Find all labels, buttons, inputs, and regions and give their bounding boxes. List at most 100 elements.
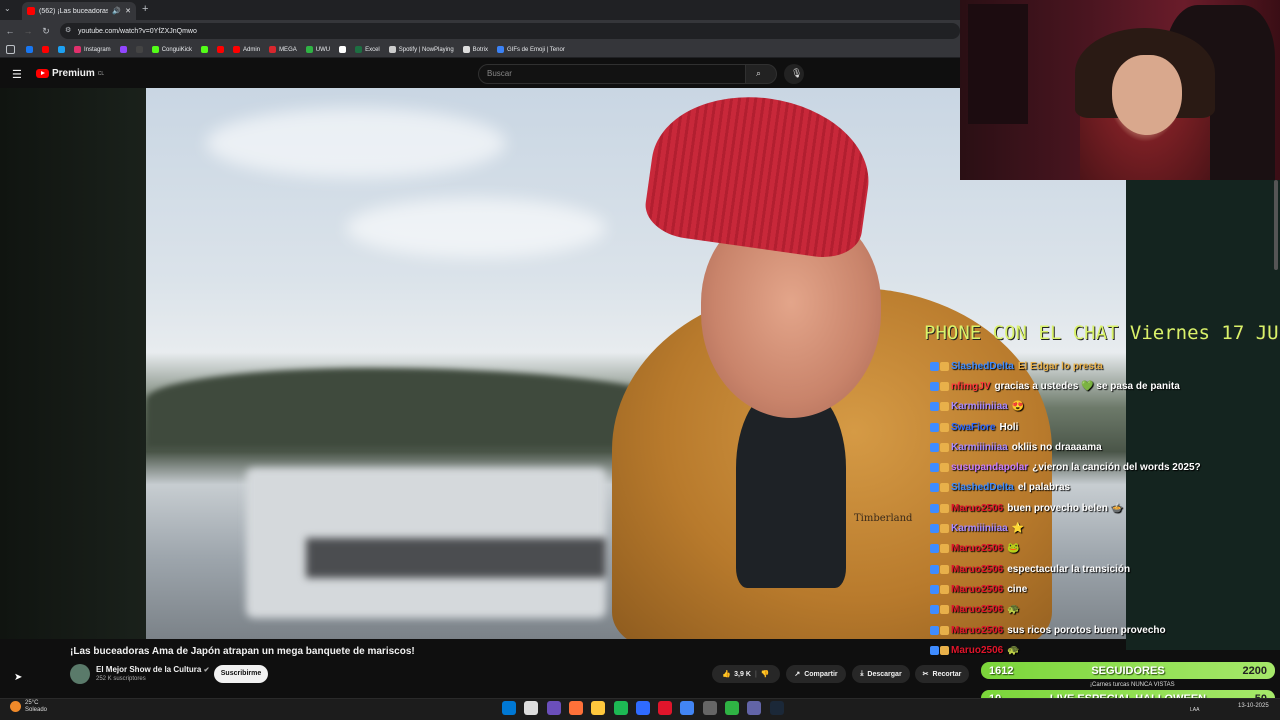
youtube-favicon-icon — [27, 7, 35, 15]
tab-close-icon[interactable]: ✕ — [125, 7, 131, 15]
chat-message: Maruo2506 🐢 — [930, 640, 1260, 660]
like-dislike-group: 👍 3,9 K | 👎 — [712, 665, 780, 683]
hamburger-menu-icon[interactable]: ☰ — [12, 68, 22, 81]
chat-message: Maruo2506 sus ricos porotos buen provecho — [930, 620, 1260, 640]
chat-badges — [930, 625, 949, 635]
bookmark-favicon-icon — [462, 46, 470, 53]
youtube-logo[interactable]: Premium CL — [36, 68, 104, 79]
chat-username: Maruo2506 — [951, 502, 1004, 514]
bookmark-item[interactable]: Admin — [233, 46, 260, 53]
chat-badges — [930, 381, 949, 391]
dislike-button[interactable]: 👎 — [761, 670, 770, 678]
download-button[interactable]: ⤓ Descargar — [852, 665, 910, 683]
bookmark-item[interactable]: UWU — [305, 46, 330, 53]
bookmark-item[interactable] — [119, 46, 127, 53]
bookmark-item[interactable] — [135, 46, 143, 53]
bookmark-item[interactable]: GIFs de Emoji | Tenor — [497, 46, 565, 53]
bookmark-item[interactable]: Botrix — [462, 46, 488, 53]
bookmark-item[interactable]: Spotify | NowPlaying — [388, 46, 454, 53]
chat-username: SlashedDelta — [951, 482, 1014, 494]
shirt — [736, 388, 846, 588]
taskbar-app-icon[interactable] — [658, 701, 673, 715]
chat-badge-icon — [930, 564, 939, 574]
bookmark-favicon-icon — [355, 46, 363, 53]
bookmark-item[interactable] — [201, 46, 209, 53]
taskbar-app-icon[interactable] — [568, 701, 583, 715]
like-button[interactable]: 👍 3,9 K — [722, 670, 750, 679]
search-input[interactable]: Buscar — [478, 64, 746, 84]
input-language[interactable]: LAA — [1190, 707, 1199, 713]
taskbar-app-icon[interactable] — [769, 701, 784, 715]
site-info-icon[interactable]: ⚙ — [65, 26, 71, 34]
taskbar-app-icon[interactable] — [546, 701, 561, 715]
back-icon[interactable]: ← — [4, 25, 16, 37]
taskbar-app-icon[interactable] — [524, 701, 539, 715]
chat-badge-icon — [940, 564, 949, 574]
taskbar-app-icon[interactable] — [635, 701, 650, 715]
chat-message: SwaFiore Holi — [930, 417, 1260, 437]
speaker-icon[interactable]: 🔊 — [112, 7, 121, 15]
cloud — [346, 198, 606, 258]
cloud — [206, 108, 506, 178]
channel-avatar[interactable] — [70, 664, 90, 684]
chat-badge-icon — [930, 645, 939, 655]
chat-badge-icon — [930, 361, 939, 371]
chat-badges — [930, 483, 949, 493]
scrollbar[interactable] — [1274, 180, 1278, 270]
bookmark-item[interactable] — [26, 46, 33, 53]
bookmark-item[interactable] — [217, 46, 225, 53]
weather-widget[interactable]: 25°C Soleado — [25, 700, 47, 714]
subscribe-button[interactable]: Suscribirme — [214, 665, 268, 683]
bookmark-item[interactable] — [42, 46, 49, 53]
bookmark-item[interactable]: Instagram — [74, 46, 111, 53]
chat-badge-icon — [940, 442, 949, 452]
clip-button[interactable]: ✂ Recortar — [915, 665, 969, 683]
chat-badges — [930, 645, 949, 655]
bookmark-item[interactable] — [339, 46, 347, 53]
chat-username: Maruo2506 — [951, 604, 1004, 616]
reload-icon[interactable]: ↻ — [40, 25, 52, 37]
taskbar-app-icon[interactable] — [502, 701, 516, 715]
tab-youtube[interactable]: (562) ¡Las buceadoras Ama 🔊 ✕ — [22, 2, 136, 20]
chat-badges — [930, 605, 949, 615]
chat-text: sus ricos porotos buen provecho — [1007, 624, 1166, 636]
chat-text: Holi — [999, 421, 1019, 433]
share-icon: ↗ — [794, 671, 801, 678]
chat-badges — [930, 503, 949, 513]
taskbar-app-icon[interactable] — [591, 701, 606, 715]
chat-text: espectacular la transición — [1007, 563, 1131, 575]
chat-badge-icon — [930, 625, 939, 635]
channel-name[interactable]: El Mejor Show de la Cultura ✔ — [96, 665, 209, 674]
taskbar-app-icon[interactable] — [747, 701, 762, 715]
search-button[interactable]: ⌕ — [745, 64, 777, 84]
tab-list-chevron-icon[interactable]: ⌄ — [4, 4, 11, 13]
forward-icon[interactable]: → — [22, 25, 34, 37]
taskbar-app-icon[interactable] — [725, 701, 739, 715]
bookmark-favicon-icon — [269, 46, 277, 53]
apps-grid-icon[interactable] — [6, 45, 15, 54]
bookmark-label: Admin — [243, 46, 261, 53]
bookmark-item[interactable]: Excel — [355, 46, 380, 53]
bookmark-item[interactable]: ConguiKick — [151, 46, 192, 53]
bookmark-item[interactable] — [58, 46, 65, 53]
chat-message: Maruo2506 cine — [930, 579, 1260, 599]
bookmark-label: Instagram — [84, 46, 111, 53]
chat-username: Maruo2506 — [951, 624, 1004, 636]
chat-badge-icon — [940, 645, 949, 655]
chat-message: Maruo2506 🐸 — [930, 539, 1260, 559]
chat-badge-icon — [930, 442, 939, 452]
address-bar[interactable]: youtube.com/watch?v=0YfZXJnQmwo — [60, 23, 960, 39]
chat-badges — [930, 463, 949, 473]
chat-badge-icon — [940, 503, 949, 513]
chat-badge-icon — [930, 483, 939, 493]
voice-search-button[interactable]: 🎙 — [784, 64, 804, 84]
bookmark-item[interactable]: MEGA — [269, 46, 297, 53]
share-button[interactable]: ↗ Compartir — [786, 665, 846, 683]
chat-username: Maruo2506 — [951, 583, 1004, 595]
chat-badge-icon — [940, 463, 949, 473]
taskbar-app-icon[interactable] — [702, 701, 717, 715]
taskbar-app-icon[interactable] — [680, 701, 695, 715]
taskbar-app-icon[interactable] — [613, 701, 628, 715]
new-tab-icon[interactable]: + — [142, 3, 148, 15]
clock-date[interactable]: 13-10-2025 — [1238, 703, 1269, 709]
